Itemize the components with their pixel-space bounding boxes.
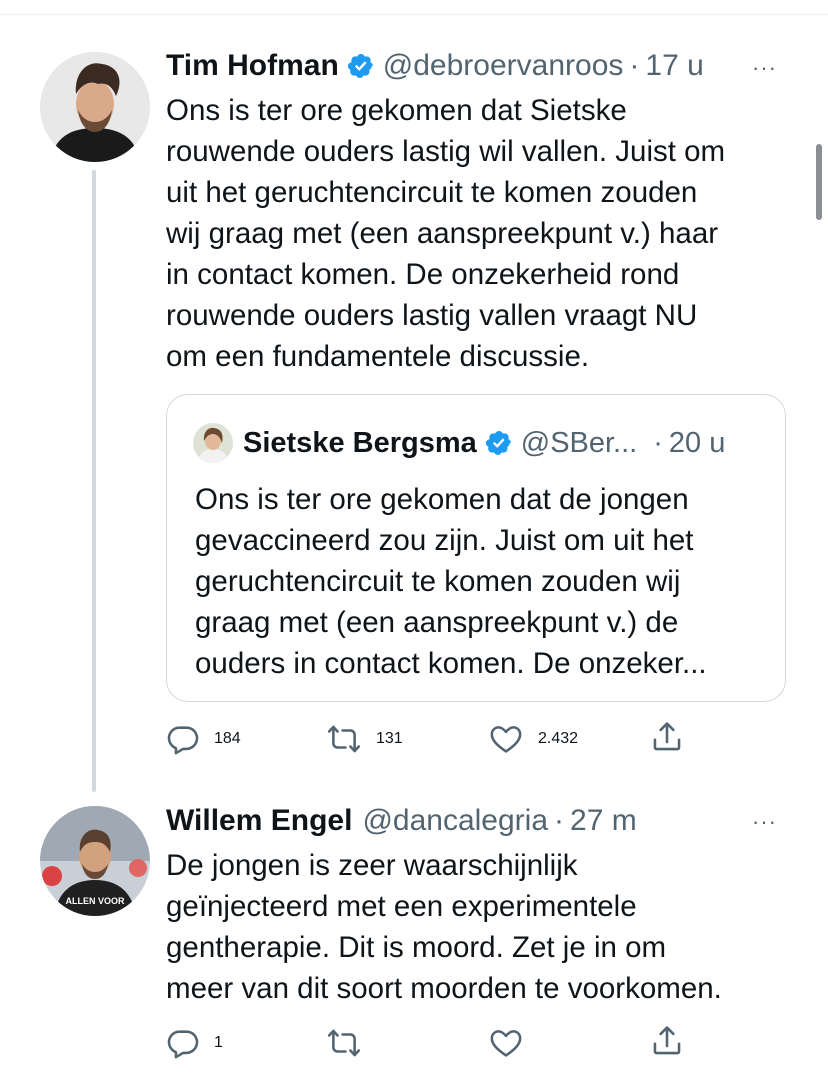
- thread-connector-line: [92, 170, 96, 792]
- avatar[interactable]: [40, 52, 150, 162]
- more-options-icon[interactable]: ···: [752, 811, 777, 833]
- quoted-tweet-text: Ons is ter ore gekomen dat de jongen gev…: [195, 483, 707, 680]
- reply-count: 184: [214, 730, 241, 747]
- author-handle[interactable]: @dancalegria: [362, 803, 548, 839]
- reply-button[interactable]: 1: [166, 1026, 223, 1060]
- reply-icon: [167, 726, 199, 755]
- separator-dot: ·: [554, 804, 565, 837]
- more-options-icon[interactable]: ···: [752, 57, 777, 79]
- quoted-avatar-photo: [193, 423, 233, 463]
- quoted-author-name: Sietske Bergsma: [243, 427, 477, 459]
- retweet-icon: [327, 1029, 361, 1057]
- avatar-photo: [40, 52, 150, 162]
- share-icon: [653, 1026, 681, 1055]
- avatar-shirt-text: ALLEN VOOR: [65, 896, 125, 906]
- quoted-avatar: [193, 423, 233, 463]
- separator-dot: ·: [653, 427, 663, 459]
- quoted-timestamp: 20 u: [668, 427, 726, 459]
- author-name[interactable]: Willem Engel: [166, 803, 352, 839]
- verified-badge-icon: [485, 431, 511, 455]
- like-count: 2.432: [538, 730, 579, 747]
- reply-button[interactable]: 184: [166, 722, 241, 756]
- retweet-icon: [327, 725, 361, 753]
- timestamp[interactable]: 17 u: [645, 48, 703, 84]
- verified-badge-icon: [347, 54, 373, 78]
- avatar-photo: ALLEN VOOR: [40, 806, 150, 916]
- tweet-text: De jongen is zeer waarschijnlijk geïnjec…: [166, 849, 722, 1005]
- author-name[interactable]: Tim Hofman: [166, 48, 339, 84]
- share-button[interactable]: [650, 720, 684, 754]
- separator-dot: ·: [629, 49, 640, 82]
- heart-icon: [490, 1030, 522, 1057]
- tweet-header: Tim Hofman @debroervanroos · 17 u: [166, 48, 704, 84]
- tweet-header: Willem Engel @dancalegria · 27 m: [166, 803, 637, 839]
- like-button[interactable]: 2.432: [488, 722, 578, 756]
- quoted-tweet[interactable]: Sietske Bergsma @SBer... · 20 u Ons is t…: [166, 394, 786, 702]
- retweet-count: 131: [376, 730, 403, 747]
- quoted-tweet-header: Sietske Bergsma @SBer... · 20 u: [193, 423, 725, 463]
- author-handle[interactable]: @debroervanroos: [383, 48, 624, 84]
- top-divider: [0, 14, 828, 15]
- reply-icon: [167, 1030, 199, 1059]
- retweet-button[interactable]: 131: [326, 722, 403, 756]
- timestamp[interactable]: 27 m: [570, 803, 637, 839]
- share-button[interactable]: [650, 1024, 684, 1058]
- avatar[interactable]: ALLEN VOOR: [40, 806, 150, 916]
- tweet-text: Ons is ter ore gekomen dat Sietske rouwe…: [166, 94, 726, 373]
- quoted-author-handle: @SBer...: [520, 427, 638, 459]
- like-button[interactable]: [488, 1026, 524, 1060]
- share-icon: [653, 722, 681, 751]
- reply-count: 1: [214, 1034, 223, 1051]
- scrollbar[interactable]: [816, 144, 822, 220]
- retweet-button[interactable]: [326, 1026, 362, 1060]
- heart-icon: [490, 726, 522, 753]
